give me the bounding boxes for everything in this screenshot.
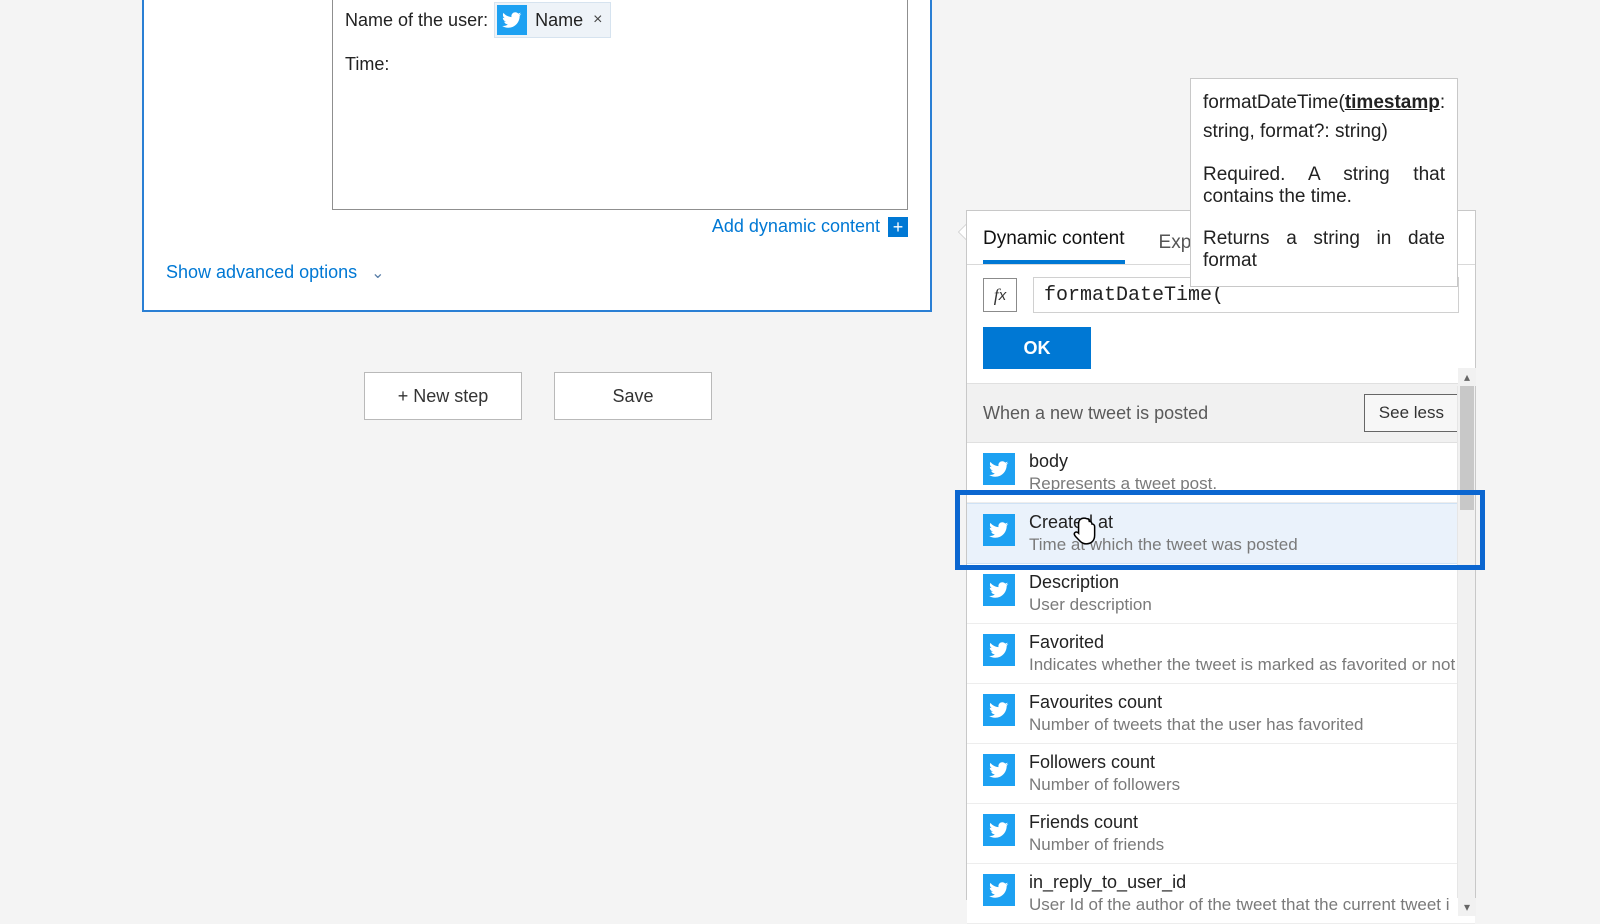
tooltip-required: Required. A string that contains the tim… bbox=[1203, 164, 1445, 208]
twitter-icon bbox=[983, 574, 1015, 606]
scrollbar[interactable]: ▴ ▾ bbox=[1457, 386, 1475, 898]
item-desc: Time at which the tweet was posted bbox=[1029, 535, 1298, 555]
scroll-up-icon[interactable]: ▴ bbox=[1458, 368, 1476, 386]
item-desc: Number of tweets that the user has favor… bbox=[1029, 715, 1364, 735]
list-item[interactable]: Favorited Indicates whether the tweet is… bbox=[967, 624, 1475, 684]
item-title: Favorited bbox=[1029, 632, 1455, 653]
scroll-down-icon[interactable]: ▾ bbox=[1458, 898, 1476, 916]
tab-expression[interactable]: Exp bbox=[1159, 232, 1192, 264]
list-item[interactable]: body Represents a tweet post. bbox=[967, 443, 1475, 503]
new-step-button[interactable]: + New step bbox=[364, 372, 522, 420]
chevron-down-icon: ⌄ bbox=[371, 263, 384, 283]
list-item[interactable]: Followers count Number of followers bbox=[967, 744, 1475, 804]
time-label: Time: bbox=[345, 54, 895, 75]
item-title: Created at bbox=[1029, 512, 1298, 533]
twitter-icon bbox=[983, 634, 1015, 666]
twitter-icon bbox=[983, 814, 1015, 846]
item-desc: User Id of the author of the tweet that … bbox=[1029, 895, 1450, 915]
item-desc: Number of followers bbox=[1029, 775, 1180, 795]
item-title: in_reply_to_user_id bbox=[1029, 872, 1450, 893]
token-name[interactable]: Name × bbox=[494, 2, 611, 38]
ok-button[interactable]: OK bbox=[983, 327, 1091, 369]
list-item-main: in_reply_to_user_id User Id of the autho… bbox=[1029, 872, 1450, 915]
tooltip-active-arg: timestamp bbox=[1345, 92, 1440, 113]
dynamic-content-list: body Represents a tweet post. Created at… bbox=[967, 443, 1475, 924]
item-title: Followers count bbox=[1029, 752, 1180, 773]
action-buttons: + New step Save bbox=[364, 372, 712, 420]
section-title: When a new tweet is posted bbox=[983, 403, 1208, 424]
item-title: Description bbox=[1029, 572, 1152, 593]
name-row: Name of the user: Name × bbox=[345, 2, 895, 38]
item-title: Friends count bbox=[1029, 812, 1164, 833]
see-less-button[interactable]: See less bbox=[1364, 394, 1459, 432]
list-item-main: Followers count Number of followers bbox=[1029, 752, 1180, 795]
twitter-icon bbox=[983, 874, 1015, 906]
twitter-icon bbox=[497, 5, 527, 35]
list-item-main: Favorited Indicates whether the tweet is… bbox=[1029, 632, 1455, 675]
list-item[interactable]: Favourites count Number of tweets that t… bbox=[967, 684, 1475, 744]
list-item-main: Friends count Number of friends bbox=[1029, 812, 1164, 855]
name-label: Name of the user: bbox=[345, 10, 488, 31]
list-item[interactable]: Description User description bbox=[967, 564, 1475, 624]
item-title: body bbox=[1029, 451, 1217, 472]
tooltip-fn: formatDateTime( bbox=[1203, 92, 1345, 113]
list-item-main: body Represents a tweet post. bbox=[1029, 451, 1217, 494]
show-advanced-options-label: Show advanced options bbox=[166, 262, 357, 283]
plus-icon: + bbox=[888, 217, 908, 237]
show-advanced-options-link[interactable]: Show advanced options ⌄ bbox=[166, 262, 385, 283]
list-item-main: Description User description bbox=[1029, 572, 1152, 615]
list-item-main: Favourites count Number of tweets that t… bbox=[1029, 692, 1364, 735]
list-item-created-at[interactable]: Created at Time at which the tweet was p… bbox=[967, 503, 1475, 564]
add-dynamic-content-link[interactable]: Add dynamic content + bbox=[712, 216, 908, 237]
item-desc: User description bbox=[1029, 595, 1152, 615]
item-desc: Represents a tweet post. bbox=[1029, 474, 1217, 494]
item-desc: Number of friends bbox=[1029, 835, 1164, 855]
twitter-icon bbox=[983, 694, 1015, 726]
list-item[interactable]: in_reply_to_user_id User Id of the autho… bbox=[967, 864, 1475, 924]
scroll-thumb[interactable] bbox=[1460, 386, 1474, 510]
tooltip-returns: Returns a string in date format bbox=[1203, 228, 1445, 272]
body-field[interactable]: Name of the user: Name × Time: bbox=[332, 0, 908, 210]
item-desc: Indicates whether the tweet is marked as… bbox=[1029, 655, 1455, 675]
action-card: Name of the user: Name × Time: Add dynam… bbox=[142, 0, 932, 312]
token-text: Name bbox=[535, 10, 583, 31]
twitter-icon bbox=[983, 453, 1015, 485]
twitter-icon bbox=[983, 514, 1015, 546]
item-title: Favourites count bbox=[1029, 692, 1364, 713]
list-item[interactable]: Friends count Number of friends bbox=[967, 804, 1475, 864]
save-button[interactable]: Save bbox=[554, 372, 712, 420]
twitter-icon bbox=[983, 754, 1015, 786]
fx-icon: fx bbox=[983, 278, 1017, 312]
tab-dynamic-content[interactable]: Dynamic content bbox=[983, 228, 1125, 264]
dynamic-content-flyout: Dynamic content Exp fx formatDateTime( O… bbox=[966, 210, 1476, 900]
function-tooltip: formatDateTime(timestamp: string, format… bbox=[1190, 78, 1458, 287]
list-item-main: Created at Time at which the tweet was p… bbox=[1029, 512, 1298, 555]
token-remove-icon[interactable]: × bbox=[591, 11, 604, 29]
section-header: When a new tweet is posted See less bbox=[967, 383, 1475, 443]
tooltip-signature: formatDateTime(timestamp: string, format… bbox=[1203, 89, 1445, 146]
add-dynamic-content-label: Add dynamic content bbox=[712, 216, 880, 237]
